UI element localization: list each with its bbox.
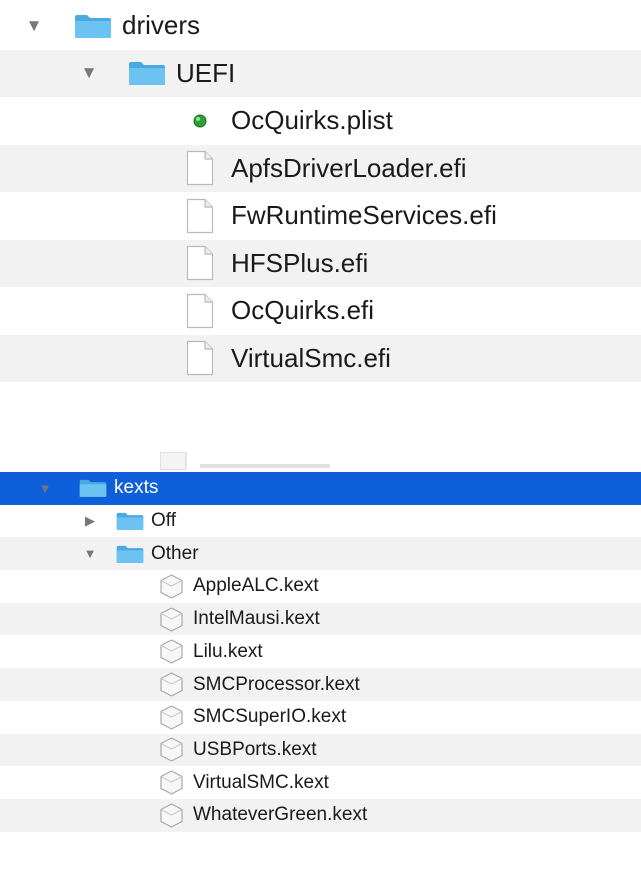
- kext-row-smcprocessor[interactable]: SMCProcessor.kext: [0, 668, 641, 701]
- folder-icon: [116, 511, 144, 531]
- kext-row-whatevergreen[interactable]: WhateverGreen.kext: [0, 799, 641, 832]
- folder-icon: [74, 13, 112, 39]
- folder-icon: [79, 478, 107, 498]
- file-row-apfsdriverloader[interactable]: ApfsDriverLoader.efi: [0, 144, 641, 192]
- file-label: VirtualSmc.efi: [231, 342, 391, 373]
- document-icon: [186, 340, 214, 376]
- tree-row-kexts[interactable]: ▼ kexts: [0, 472, 641, 505]
- document-icon: [186, 245, 214, 281]
- file-label: ApfsDriverLoader.efi: [231, 152, 467, 183]
- kext-icon: [158, 606, 185, 633]
- kext-label: SMCSuperIO.kext: [193, 706, 347, 728]
- kext-icon: [158, 638, 185, 665]
- drivers-file-list: ▼ drivers ▼ UEFI OcQuirks.plist ApfsDriv…: [0, 0, 641, 386]
- cropped-row-fragment: [0, 444, 641, 470]
- kext-icon: [158, 704, 185, 731]
- other-folder-label: Other: [151, 542, 199, 564]
- file-row-fwruntimeservices[interactable]: FwRuntimeServices.efi: [0, 192, 641, 240]
- kext-label: SMCProcessor.kext: [193, 673, 360, 695]
- kext-row-smcsuperio[interactable]: SMCSuperIO.kext: [0, 701, 641, 734]
- tree-row-off[interactable]: ▶ Off: [0, 505, 641, 538]
- file-label: OcQuirks.efi: [231, 295, 375, 326]
- kext-label: IntelMausi.kext: [193, 608, 320, 630]
- disclosure-triangle-expanded-icon[interactable]: ▼: [82, 546, 98, 561]
- kext-icon: [158, 802, 185, 829]
- kexts-folder-label: kexts: [114, 477, 159, 499]
- file-row-ocquirks-efi[interactable]: OcQuirks.efi: [0, 287, 641, 335]
- document-icon: [186, 198, 214, 234]
- tree-row-uefi[interactable]: ▼ UEFI: [0, 49, 641, 97]
- disclosure-triangle-expanded-icon[interactable]: ▼: [24, 16, 44, 36]
- drivers-folder-label: drivers: [122, 10, 201, 41]
- plist-icon: [193, 114, 207, 128]
- tree-row-other[interactable]: ▼ Other: [0, 537, 641, 571]
- kext-label: Lilu.kext: [193, 640, 263, 662]
- file-label: HFSPlus.efi: [231, 247, 369, 278]
- folder-icon: [128, 60, 166, 86]
- document-icon: [186, 293, 214, 329]
- tree-row-drivers[interactable]: ▼ drivers: [0, 2, 641, 50]
- uefi-folder-label: UEFI: [176, 57, 236, 88]
- file-row-virtualsmc-efi[interactable]: VirtualSmc.efi: [0, 334, 641, 382]
- kext-row-usbports[interactable]: USBPorts.kext: [0, 733, 641, 767]
- kext-row-lilu[interactable]: Lilu.kext: [0, 636, 641, 669]
- file-label: OcQuirks.plist: [231, 105, 393, 136]
- off-folder-label: Off: [151, 510, 176, 532]
- disclosure-triangle-expanded-icon[interactable]: ▼: [79, 63, 99, 83]
- kext-icon: [158, 573, 185, 600]
- kext-row-applealc[interactable]: AppleALC.kext: [0, 570, 641, 603]
- kext-icon: [158, 736, 185, 763]
- kext-row-virtualsmc[interactable]: VirtualSMC.kext: [0, 766, 641, 799]
- document-icon: [186, 150, 214, 186]
- kext-label: USBPorts.kext: [193, 738, 317, 760]
- disclosure-triangle-expanded-icon[interactable]: ▼: [37, 481, 53, 496]
- kext-icon: [158, 769, 185, 796]
- kext-label: WhateverGreen.kext: [193, 804, 368, 826]
- kext-row-intelmausi[interactable]: IntelMausi.kext: [0, 602, 641, 636]
- cropped-text-fragment: [160, 452, 330, 470]
- disclosure-triangle-collapsed-icon[interactable]: ▶: [82, 513, 98, 529]
- kext-label: VirtualSMC.kext: [193, 771, 329, 793]
- file-row-hfsplus[interactable]: HFSPlus.efi: [0, 239, 641, 287]
- kext-icon: [158, 671, 185, 698]
- kexts-file-list: ▼ kexts ▶ Off ▼ Other AppleALC.kext Inte…: [0, 470, 641, 886]
- file-label: FwRuntimeServices.efi: [231, 200, 497, 231]
- file-row-ocquirks-plist[interactable]: OcQuirks.plist: [0, 97, 641, 145]
- kext-label: AppleALC.kext: [193, 575, 319, 597]
- folder-icon: [116, 544, 144, 564]
